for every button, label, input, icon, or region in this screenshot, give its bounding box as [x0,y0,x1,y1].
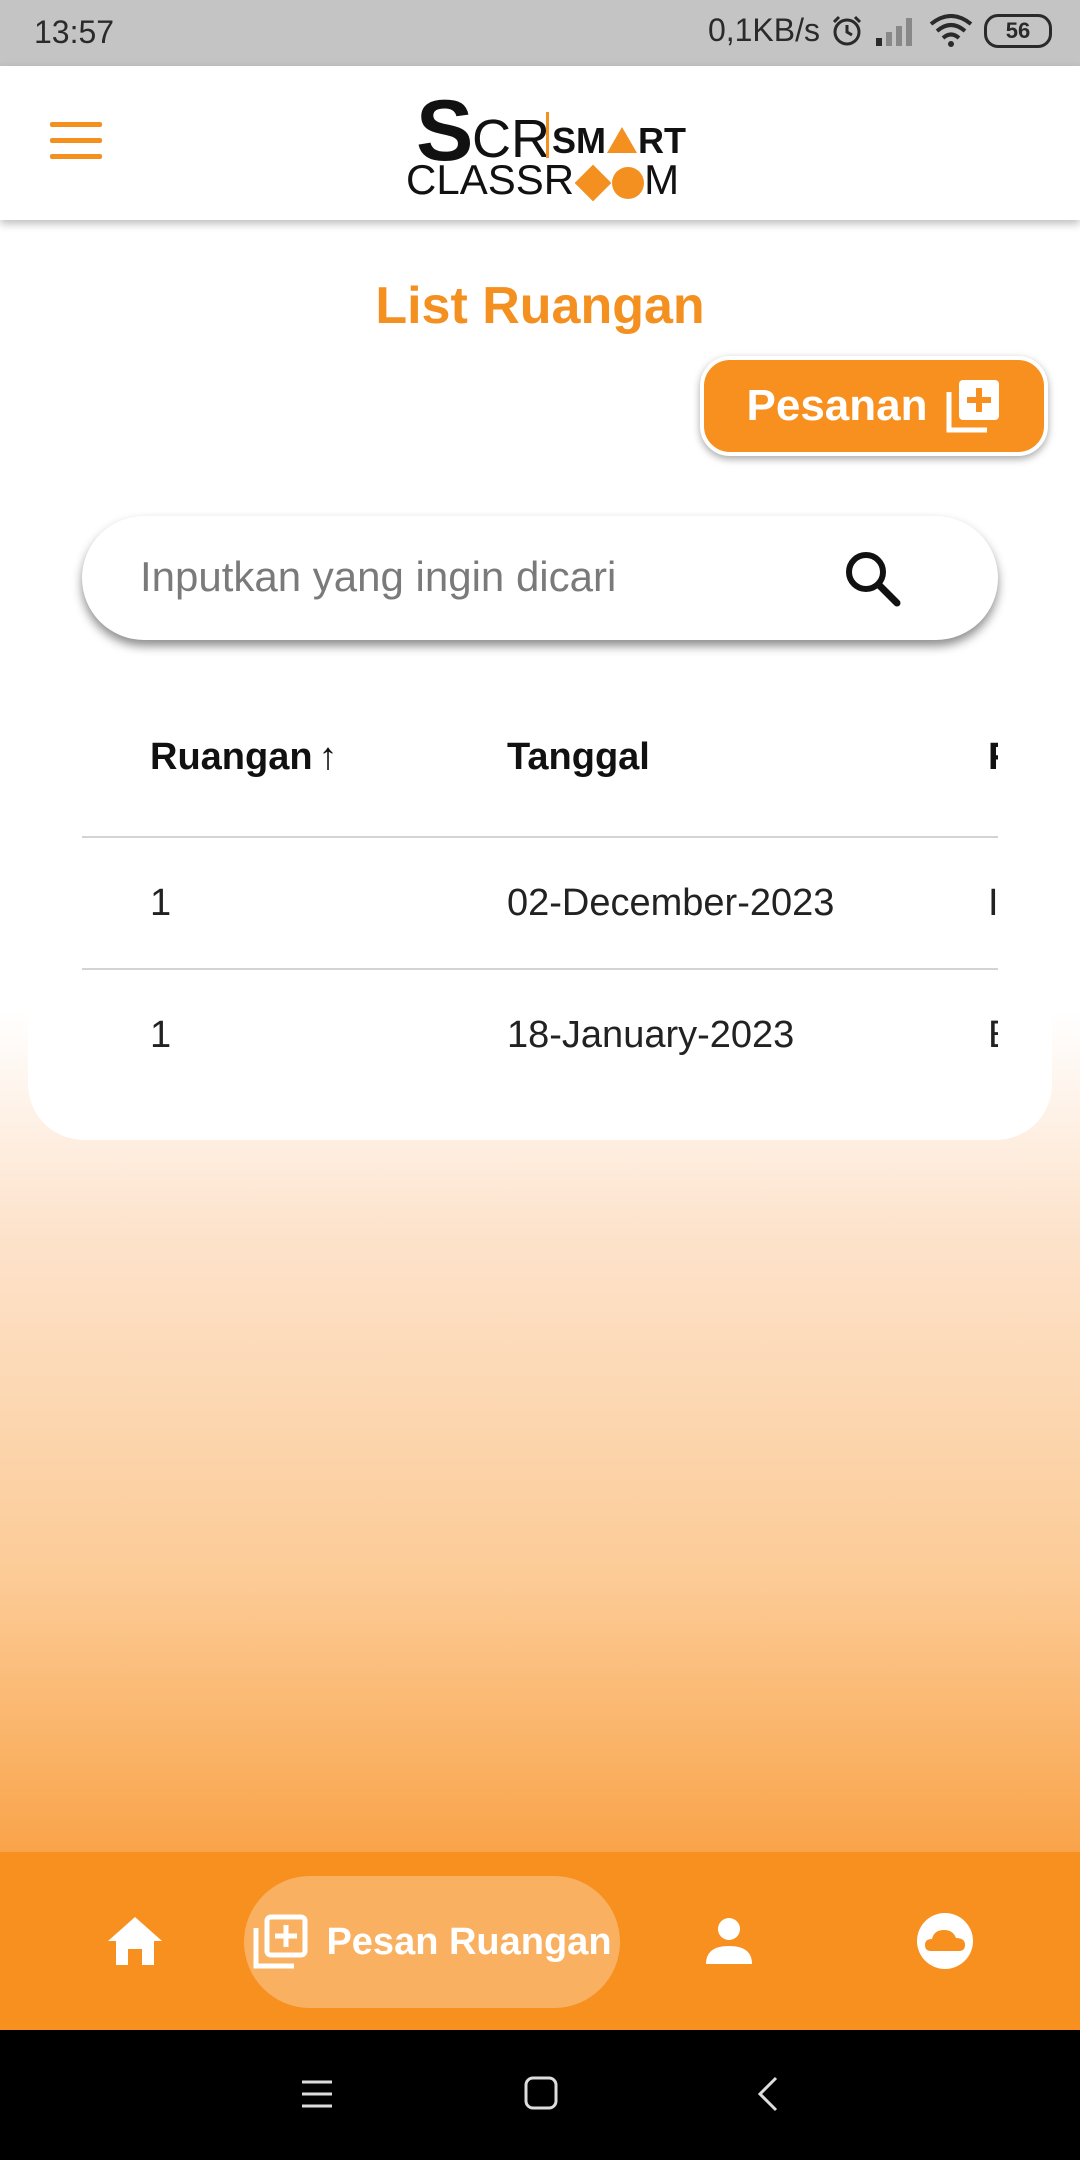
table-cell-ruangan: 1 [150,1014,172,1056]
recent-apps-icon[interactable] [300,2078,334,2110]
signal-icon [876,17,912,46]
table-cell-third: I [988,882,998,924]
column-header-third[interactable]: F [988,736,998,779]
cloud-icon [917,1913,973,1969]
search-bar [82,516,998,640]
table-cell-ruangan: 1 [150,882,172,924]
app-bar: S CR SM RT CLASSR M [0,66,1080,220]
back-nav-icon[interactable] [756,2076,780,2112]
nav-home[interactable] [80,1852,190,2030]
column-header-ruangan[interactable]: Ruangan ↑ [150,736,338,779]
home-nav-icon[interactable] [524,2076,558,2110]
bottom-navigation: Pesan Ruangan [0,1852,1080,2030]
add-box-icon [253,1914,308,1969]
sort-ascending-icon: ↑ [318,736,338,778]
nav-profile[interactable] [674,1852,784,2030]
pesanan-button-label: Pesanan [746,381,928,430]
nav-pesan-ruangan-label: Pesan Ruangan [326,1920,612,1963]
rooms-table: Ruangan↑ Tanggal F 1 02-December-2023 I … [82,700,998,1100]
hamburger-menu-icon[interactable] [50,122,102,160]
nav-pesan-ruangan[interactable]: Pesan Ruangan [244,1876,620,2008]
app-logo: S CR SM RT CLASSR M [406,83,686,203]
status-right: 0,1KB/s 56 [708,12,1052,49]
status-time: 13:57 [34,14,115,50]
pesanan-button[interactable]: Pesanan [700,356,1048,456]
home-icon [108,1917,162,1965]
search-input[interactable] [138,546,842,608]
status-bar: 13:57 0,1KB/s 56 [0,0,1080,66]
person-icon [706,1918,752,1964]
net-speed: 0,1KB/s [707,12,820,48]
page-title: List Ruangan [375,277,705,335]
system-navigation-bar [0,2030,1080,2160]
battery-indicator: 56 [984,13,1052,48]
table-cell-tanggal: 02-December-2023 [507,882,835,924]
alarm-icon [832,15,862,45]
column-header-tanggal[interactable]: Tanggal [507,736,650,779]
table-divider [82,968,998,970]
table-cell-tanggal: 18-January-2023 [507,1014,795,1056]
wifi-icon [929,13,973,47]
table-divider [82,836,998,838]
nav-cloud[interactable] [890,1852,1000,2030]
add-box-icon [946,380,1000,433]
table-cell-third: E [988,1014,998,1057]
search-icon[interactable] [842,548,902,608]
